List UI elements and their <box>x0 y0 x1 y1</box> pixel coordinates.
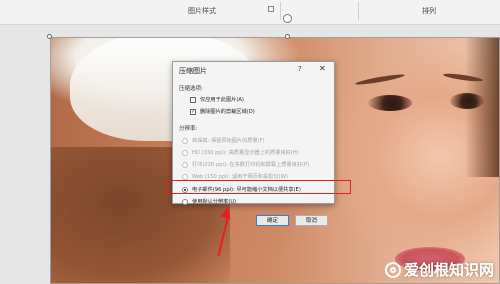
ribbon-group-arrange: 排列 <box>422 7 436 15</box>
dialog-title: 压缩图片 <box>179 67 207 75</box>
watermark: 爱创根知识网 <box>384 259 494 280</box>
ribbon-group-picture-styles: 图片样式 <box>188 7 216 15</box>
ribbon: 图片样式 排列 <box>0 0 500 25</box>
radio-button[interactable] <box>182 173 188 180</box>
resolution-option-high-fidelity[interactable]: 高保真: 保留原始图片的质量(F) <box>182 137 265 144</box>
apply-only-this-label: 仅应用于此图片(A) <box>200 97 244 103</box>
cancel-button[interactable]: 取消 <box>295 215 328 226</box>
picture-styles-launcher-icon[interactable] <box>268 6 274 12</box>
checkbox-box[interactable] <box>190 96 196 103</box>
resolution-label: 分辨率: <box>179 126 198 132</box>
watermark-text: 爱创根知识网 <box>403 261 494 279</box>
resolution-option-label: 使用默认分辨率(U) <box>192 199 237 205</box>
resolution-option-hd[interactable]: HD (330 ppi): 高质量显示器上的质量良好(H) <box>182 149 299 156</box>
delete-cropped-label: 删除图片的剪裁区域(D) <box>200 109 255 115</box>
ribbon-divider <box>280 2 281 20</box>
resolution-option-label: HD (330 ppi): 高质量显示器上的质量良好(H) <box>192 150 299 156</box>
annotation-highlight-box <box>166 180 351 194</box>
delete-cropped-checkbox[interactable]: ✓ 删除图片的剪裁区域(D) <box>190 108 255 115</box>
watermark-logo-icon <box>384 261 401 278</box>
resize-handle[interactable] <box>47 34 52 39</box>
resize-handle[interactable] <box>285 34 290 39</box>
rotate-handle-icon[interactable] <box>283 14 292 23</box>
resolution-option-label: Web (150 ppi): 适用于网页和投影仪(W) <box>192 174 288 180</box>
checkbox-checked-icon[interactable]: ✓ <box>190 108 196 115</box>
resolution-option-web[interactable]: Web (150 ppi): 适用于网页和投影仪(W) <box>182 173 288 180</box>
close-icon[interactable]: ✕ <box>319 64 326 73</box>
resolution-option-label: 打印(220 ppi): 在多数打印机和屏幕上质量良好(P) <box>192 162 310 168</box>
help-icon[interactable]: ? <box>298 65 302 73</box>
ok-button[interactable]: 确定 <box>256 215 289 226</box>
ribbon-divider <box>358 2 359 20</box>
radio-button[interactable] <box>182 198 188 205</box>
resolution-option-label: 高保真: 保留原始图片的质量(F) <box>192 138 265 144</box>
apply-only-this-checkbox[interactable]: 仅应用于此图片(A) <box>190 96 244 103</box>
resolution-option-print[interactable]: 打印(220 ppi): 在多数打印机和屏幕上质量良好(P) <box>182 161 309 168</box>
radio-button[interactable] <box>182 149 188 156</box>
resolution-option-default[interactable]: 使用默认分辨率(U) <box>182 198 236 205</box>
radio-button[interactable] <box>182 137 188 144</box>
radio-button[interactable] <box>182 161 188 168</box>
compress-options-label: 压缩选项: <box>179 86 203 92</box>
